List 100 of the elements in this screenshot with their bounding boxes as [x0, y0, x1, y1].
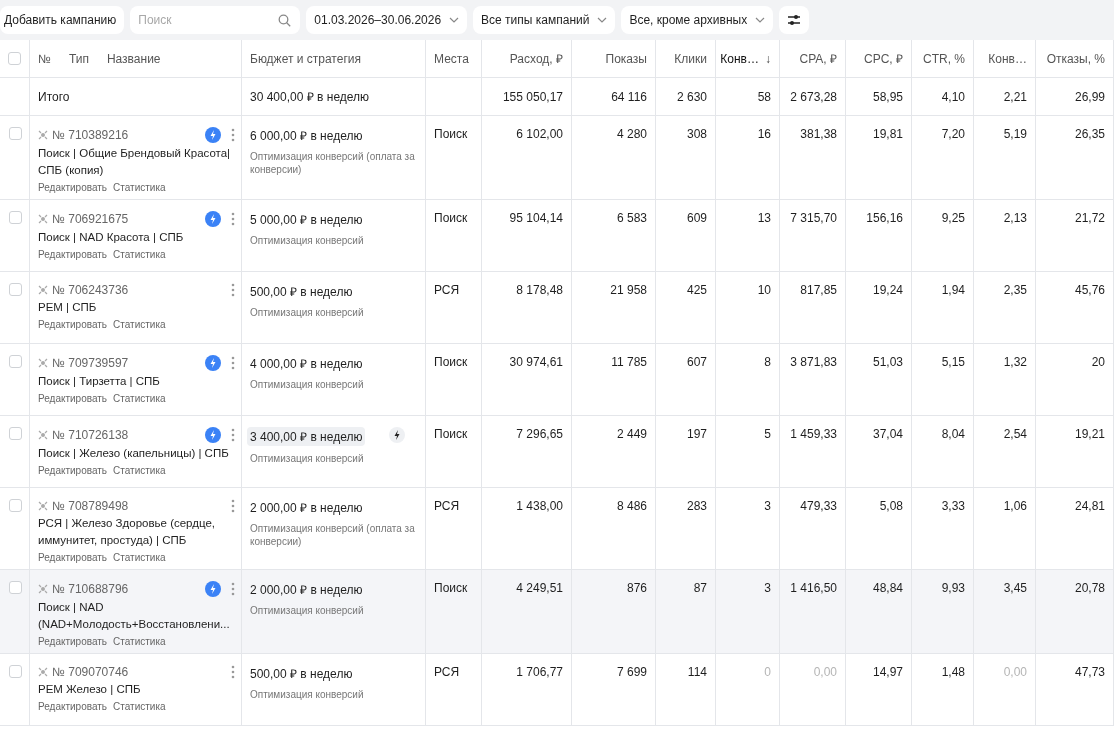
campaign-name[interactable]: Поиск | Железо (капельницы) | СПБ: [38, 445, 235, 462]
table-cell: 2,21: [974, 78, 1036, 116]
table-cell: 21 958: [572, 272, 656, 344]
table-cell: 817,85: [780, 272, 846, 344]
budget-value[interactable]: 4 000,00 ₽ в неделю: [250, 355, 363, 372]
filter-dropdown[interactable]: 01.03.2026–30.06.2026: [306, 6, 468, 34]
table-cell: 58: [716, 78, 780, 116]
campaign-number: № 709070746: [52, 665, 130, 679]
more-icon[interactable]: [231, 582, 235, 596]
table-cell: 2 673,28: [780, 78, 846, 116]
table-cell: 876: [572, 570, 656, 654]
table-cell: 26,35: [1036, 116, 1114, 200]
table-cell: Поиск: [426, 344, 482, 416]
checkbox[interactable]: [9, 427, 22, 440]
checkbox[interactable]: [9, 499, 22, 512]
checkbox[interactable]: [8, 52, 21, 65]
column-header[interactable]: Места: [426, 40, 482, 78]
more-icon[interactable]: [231, 283, 235, 297]
campaign-name[interactable]: Поиск | NAD (NAD+Молодость+Восстановлени...: [38, 599, 235, 633]
table-cell: Поиск: [426, 116, 482, 200]
statistics-link[interactable]: Статистика: [113, 636, 166, 647]
more-icon[interactable]: [231, 128, 235, 142]
checkbox[interactable]: [9, 581, 22, 594]
column-header[interactable]: Тип: [68, 51, 89, 66]
status-icon: [38, 130, 48, 140]
checkbox[interactable]: [9, 211, 22, 224]
checkbox[interactable]: [9, 127, 22, 140]
campaign-name[interactable]: РСЯ | Железо Здоровье (сердце, иммунитет, простуда) | СПБ: [38, 515, 235, 549]
statistics-link[interactable]: Статистика: [113, 249, 166, 260]
budget-value[interactable]: 3 400,00 ₽ в неделю: [247, 427, 366, 446]
budget-value[interactable]: 6 000,00 ₽ в неделю: [250, 127, 363, 144]
table-cell: 2 630: [656, 78, 716, 116]
column-header[interactable]: Конв…: [974, 40, 1036, 78]
edit-link[interactable]: Редактировать: [38, 636, 108, 647]
strategy-text: Оптимизация конверсий (оплата за конверсии): [250, 522, 416, 548]
column-header[interactable]: CPA, ₽: [780, 40, 846, 78]
status-icon: [38, 430, 48, 440]
edit-link[interactable]: Редактировать: [38, 465, 108, 476]
filter-dropdown[interactable]: Все типы кампаний: [473, 6, 616, 34]
statistics-link[interactable]: Статистика: [113, 465, 166, 476]
table-cell: 2,13: [974, 200, 1036, 272]
campaign-name[interactable]: Поиск | Общие Брендовый Красота| СПБ (копия): [38, 145, 235, 179]
table-cell: 0,00: [974, 654, 1036, 726]
table-cell: 9,93: [912, 570, 974, 654]
budget-value[interactable]: 2 000,00 ₽ в неделю: [250, 499, 363, 516]
budget-value[interactable]: 500,00 ₽ в неделю: [250, 665, 353, 682]
more-icon[interactable]: [231, 356, 235, 370]
edit-link[interactable]: Редактировать: [38, 393, 108, 404]
column-header[interactable]: №: [38, 51, 51, 66]
filter-dropdown[interactable]: Все, кроме архивных: [621, 6, 774, 34]
budget-value[interactable]: 5 000,00 ₽ в неделю: [250, 211, 363, 228]
edit-link[interactable]: Редактировать: [38, 701, 108, 712]
statistics-link[interactable]: Статистика: [113, 319, 166, 330]
settings-button[interactable]: [779, 6, 810, 34]
statistics-link[interactable]: Статистика: [113, 393, 166, 404]
search-field[interactable]: Поиск: [130, 6, 301, 34]
column-header[interactable]: CPC, ₽: [846, 40, 912, 78]
campaign-name[interactable]: Поиск | NAD Красота | СПБ: [38, 229, 235, 246]
column-header[interactable]: Клики: [656, 40, 716, 78]
more-icon[interactable]: [231, 499, 235, 513]
budget-value[interactable]: 500,00 ₽ в неделю: [250, 283, 353, 300]
settings-icon: [787, 14, 802, 26]
table-cell: 8,04: [912, 416, 974, 488]
table-cell: 58,95: [846, 78, 912, 116]
campaign-name[interactable]: РЕМ Железо | СПБ: [38, 681, 235, 698]
add-campaign-button[interactable]: Добавить кампанию: [0, 6, 125, 34]
column-header[interactable]: Отказы, %: [1036, 40, 1114, 78]
edit-link[interactable]: Редактировать: [38, 182, 108, 193]
campaign-name[interactable]: РЕМ | СПБ: [38, 299, 235, 316]
column-header[interactable]: Расход, ₽: [482, 40, 572, 78]
edit-link[interactable]: Редактировать: [38, 319, 108, 330]
table-cell: Поиск: [426, 570, 482, 654]
campaign-name[interactable]: Поиск | Тирзетта | СПБ: [38, 373, 235, 390]
more-icon[interactable]: [231, 428, 235, 442]
table-cell: 2 449: [572, 416, 656, 488]
table-cell: 7 699: [572, 654, 656, 726]
campaign-number: № 710688796: [52, 582, 130, 596]
statistics-link[interactable]: Статистика: [113, 552, 166, 563]
checkbox[interactable]: [9, 355, 22, 368]
table-cell: 19,81: [846, 116, 912, 200]
table-cell: 37,04: [846, 416, 912, 488]
table-cell: 20,78: [1036, 570, 1114, 654]
statistics-link[interactable]: Статистика: [113, 701, 166, 712]
table-cell: Поиск: [426, 200, 482, 272]
column-header[interactable]: Конв… ↓: [716, 40, 780, 78]
checkbox[interactable]: [9, 283, 22, 296]
more-icon[interactable]: [231, 212, 235, 226]
budget-value[interactable]: 2 000,00 ₽ в неделю: [250, 581, 363, 598]
table-cell: 30 400,00 ₽ в неделю: [242, 78, 426, 116]
column-header[interactable]: Название: [106, 51, 161, 66]
column-header[interactable]: Бюджет и стратегия: [242, 40, 426, 78]
column-header[interactable]: Показы: [572, 40, 656, 78]
lightning-icon[interactable]: [389, 427, 405, 443]
table-cell: 1,94: [912, 272, 974, 344]
checkbox[interactable]: [9, 665, 22, 678]
edit-link[interactable]: Редактировать: [38, 552, 108, 563]
more-icon[interactable]: [231, 665, 235, 679]
edit-link[interactable]: Редактировать: [38, 249, 108, 260]
column-header[interactable]: CTR, %: [912, 40, 974, 78]
statistics-link[interactable]: Статистика: [113, 182, 166, 193]
